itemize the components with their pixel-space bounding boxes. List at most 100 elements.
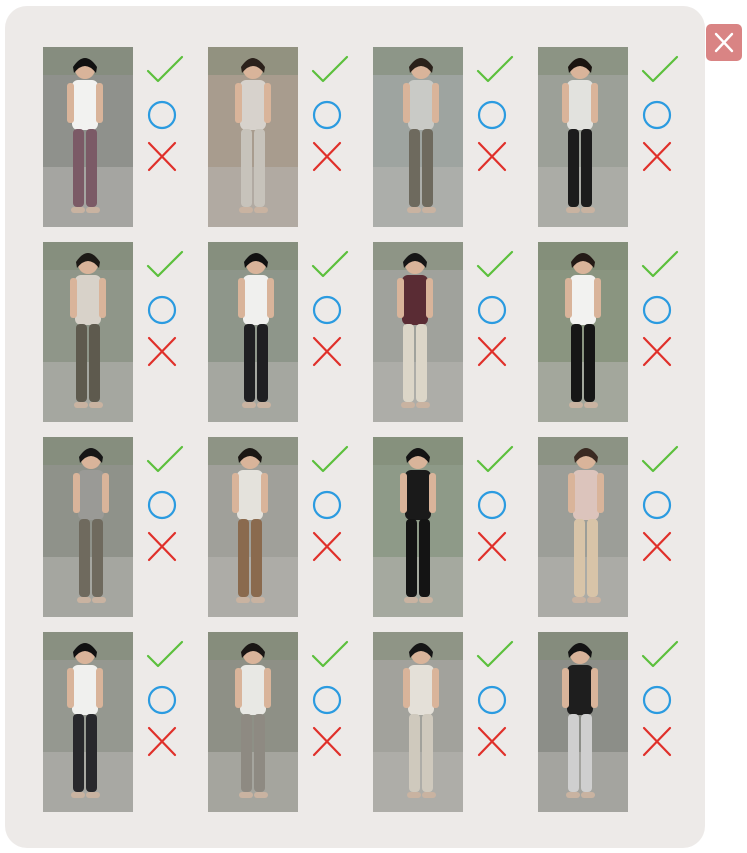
accept-button[interactable] (640, 53, 680, 89)
unsure-button[interactable] (145, 487, 185, 523)
unsure-button[interactable] (640, 487, 680, 523)
accept-button[interactable] (145, 248, 185, 284)
accept-button[interactable] (310, 443, 350, 479)
reject-button[interactable] (475, 724, 515, 760)
person-image[interactable] (43, 632, 133, 812)
reject-button[interactable] (310, 529, 350, 565)
cross-icon (642, 336, 672, 367)
check-icon (641, 640, 679, 668)
circle-icon (477, 490, 507, 520)
grid-cell (538, 632, 693, 812)
accept-button[interactable] (145, 638, 185, 674)
accept-button[interactable] (640, 638, 680, 674)
circle-icon (642, 490, 672, 520)
person-image[interactable] (538, 242, 628, 422)
reject-button[interactable] (640, 139, 680, 175)
person-image[interactable] (373, 242, 463, 422)
reject-button[interactable] (475, 334, 515, 370)
grid-cell (43, 242, 198, 422)
grid-cell (208, 47, 363, 227)
circle-icon (147, 100, 177, 130)
accept-button[interactable] (145, 443, 185, 479)
circle-icon (477, 100, 507, 130)
check-icon (641, 250, 679, 278)
unsure-button[interactable] (310, 487, 350, 523)
reject-button[interactable] (640, 529, 680, 565)
accept-button[interactable] (310, 638, 350, 674)
accept-button[interactable] (475, 638, 515, 674)
person-image[interactable] (538, 632, 628, 812)
unsure-button[interactable] (310, 97, 350, 133)
circle-icon (147, 685, 177, 715)
unsure-button[interactable] (640, 682, 680, 718)
circle-icon (642, 295, 672, 325)
accept-button[interactable] (640, 248, 680, 284)
accept-button[interactable] (310, 53, 350, 89)
person-image[interactable] (538, 437, 628, 617)
unsure-button[interactable] (145, 682, 185, 718)
reject-button[interactable] (310, 139, 350, 175)
person-image[interactable] (208, 47, 298, 227)
reject-button[interactable] (310, 334, 350, 370)
person-image[interactable] (43, 47, 133, 227)
reject-button[interactable] (475, 529, 515, 565)
check-icon (476, 250, 514, 278)
cross-icon (147, 726, 177, 757)
check-icon (146, 55, 184, 83)
circle-icon (147, 295, 177, 325)
unsure-button[interactable] (145, 97, 185, 133)
person-image[interactable] (43, 437, 133, 617)
person-image[interactable] (373, 632, 463, 812)
check-icon (311, 640, 349, 668)
accept-button[interactable] (145, 53, 185, 89)
reject-button[interactable] (145, 529, 185, 565)
circle-icon (312, 685, 342, 715)
unsure-button[interactable] (475, 487, 515, 523)
unsure-button[interactable] (310, 292, 350, 328)
check-icon (146, 640, 184, 668)
check-icon (641, 445, 679, 473)
grid-cell (538, 242, 693, 422)
unsure-button[interactable] (145, 292, 185, 328)
check-icon (476, 445, 514, 473)
check-icon (311, 445, 349, 473)
check-icon (476, 640, 514, 668)
accept-button[interactable] (310, 248, 350, 284)
grid-cell (373, 632, 528, 812)
close-button[interactable] (706, 24, 742, 61)
accept-button[interactable] (475, 443, 515, 479)
grid-cell (373, 47, 528, 227)
grid-cell (538, 437, 693, 617)
accept-button[interactable] (640, 443, 680, 479)
cross-icon (147, 531, 177, 562)
unsure-button[interactable] (640, 292, 680, 328)
check-icon (476, 55, 514, 83)
grid-cell (43, 632, 198, 812)
person-image[interactable] (538, 47, 628, 227)
unsure-button[interactable] (475, 97, 515, 133)
reject-button[interactable] (640, 724, 680, 760)
unsure-button[interactable] (475, 292, 515, 328)
person-image[interactable] (43, 242, 133, 422)
grid-cell (208, 437, 363, 617)
cross-icon (477, 141, 507, 172)
person-image[interactable] (208, 437, 298, 617)
person-image[interactable] (373, 437, 463, 617)
cross-icon (642, 531, 672, 562)
person-image[interactable] (208, 242, 298, 422)
reject-button[interactable] (145, 139, 185, 175)
unsure-button[interactable] (640, 97, 680, 133)
unsure-button[interactable] (475, 682, 515, 718)
person-image[interactable] (208, 632, 298, 812)
accept-button[interactable] (475, 248, 515, 284)
circle-icon (312, 490, 342, 520)
unsure-button[interactable] (310, 682, 350, 718)
accept-button[interactable] (475, 53, 515, 89)
reject-button[interactable] (640, 334, 680, 370)
reject-button[interactable] (475, 139, 515, 175)
close-icon (714, 32, 734, 53)
person-image[interactable] (373, 47, 463, 227)
reject-button[interactable] (145, 334, 185, 370)
reject-button[interactable] (310, 724, 350, 760)
reject-button[interactable] (145, 724, 185, 760)
